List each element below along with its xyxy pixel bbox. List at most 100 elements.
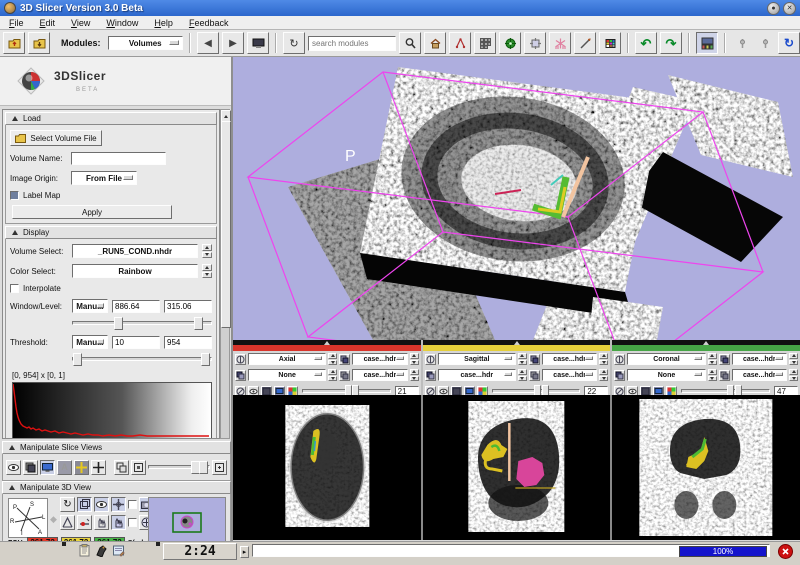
- redo-button[interactable]: ↷: [660, 32, 682, 54]
- threshold-low-input[interactable]: [112, 336, 160, 349]
- slice-zoom-slider[interactable]: [148, 465, 210, 469]
- volume-name-input[interactable]: [71, 152, 166, 165]
- window-input[interactable]: [112, 300, 160, 313]
- transforms-module-button[interactable]: [524, 32, 546, 54]
- notes-taskbar-icon[interactable]: [112, 544, 125, 557]
- coronal-label-volume-dropdown[interactable]: case...hdr: [732, 369, 787, 381]
- background-layer-icon[interactable]: [614, 370, 625, 381]
- rotate-mode-button[interactable]: [94, 515, 109, 530]
- rock-view-button[interactable]: [77, 515, 92, 530]
- slider-handle[interactable]: [194, 317, 203, 330]
- spinner[interactable]: [518, 369, 527, 381]
- module-forward-button[interactable]: ▶: [222, 32, 244, 54]
- menu-edit[interactable]: Edit: [40, 18, 56, 28]
- load-scene-button[interactable]: [3, 32, 25, 54]
- close-button[interactable]: ✕: [783, 2, 796, 15]
- modules-dropdown[interactable]: Volumes: [108, 36, 184, 50]
- spinner[interactable]: [599, 353, 608, 365]
- app-taskbar-icon[interactable]: [95, 544, 108, 557]
- fov-reset-button[interactable]: [212, 460, 227, 475]
- sagittal-offset-slider[interactable]: [492, 389, 581, 393]
- refresh-views-button[interactable]: ↻: [778, 32, 800, 54]
- axial-slice-view[interactable]: [233, 395, 421, 540]
- threshold-high-input[interactable]: [164, 336, 212, 349]
- threshold-slider[interactable]: [72, 357, 212, 361]
- taskbar-handle[interactable]: [62, 542, 66, 546]
- threshold-mode-dropdown[interactable]: Manual: [72, 335, 108, 349]
- background-layer-icon[interactable]: [425, 370, 436, 381]
- axial-orientation-dropdown[interactable]: Axial: [248, 353, 326, 365]
- menu-window[interactable]: Window: [106, 18, 138, 28]
- load-section-header[interactable]: Load: [5, 112, 217, 125]
- foreground-layer-icon[interactable]: [719, 354, 730, 365]
- fade-slider-a-button[interactable]: [732, 33, 752, 53]
- cancel-progress-button[interactable]: [778, 544, 793, 559]
- ruler-button[interactable]: [574, 32, 596, 54]
- slider-handle[interactable]: [73, 353, 82, 366]
- coronal-fg-dropdown[interactable]: None: [627, 369, 705, 381]
- reload-module-button[interactable]: ↻: [283, 32, 305, 54]
- menu-file[interactable]: File: [9, 18, 24, 28]
- coronal-offset-slider[interactable]: [681, 389, 770, 393]
- spinner[interactable]: [410, 369, 419, 381]
- sagittal-fg-dropdown[interactable]: case...hdr: [438, 369, 516, 381]
- spinner[interactable]: [328, 353, 337, 365]
- window-level-slider[interactable]: [72, 321, 212, 325]
- axis-labels-button[interactable]: [94, 497, 109, 512]
- slider-handle[interactable]: [199, 461, 208, 474]
- label-layer-icon[interactable]: [425, 354, 436, 365]
- slider-handle[interactable]: [114, 317, 123, 330]
- save-scene-button[interactable]: [28, 32, 50, 54]
- label-layer-icon[interactable]: [235, 354, 246, 365]
- interpolate-checkbox[interactable]: [10, 284, 19, 293]
- ortho-checkbox[interactable]: [128, 500, 137, 509]
- menu-help[interactable]: Help: [154, 18, 173, 28]
- sagittal-slice-view[interactable]: [423, 395, 611, 540]
- axial-label-volume-dropdown[interactable]: case...hdr: [352, 369, 407, 381]
- home-module-button[interactable]: [424, 32, 446, 54]
- viewport-3d[interactable]: P R: [233, 57, 800, 340]
- window-level-mode-dropdown[interactable]: Manual: [72, 299, 108, 313]
- colors-module-button[interactable]: [599, 32, 621, 54]
- label-volume-icon[interactable]: [529, 370, 540, 381]
- axial-fg-dropdown[interactable]: None: [248, 369, 326, 381]
- snapshot-button[interactable]: [549, 32, 571, 54]
- undo-button[interactable]: ↶: [635, 32, 657, 54]
- volumes-module-button[interactable]: [474, 32, 496, 54]
- fade-slider-b-button[interactable]: [755, 33, 775, 53]
- manipulate-3d-view-header[interactable]: Manipulate 3D View: [2, 481, 231, 494]
- color-select-dropdown[interactable]: Rainbow: [72, 264, 198, 278]
- menu-feedback[interactable]: Feedback: [189, 18, 229, 28]
- spinner[interactable]: [708, 353, 717, 365]
- fov-match-button[interactable]: [114, 460, 129, 475]
- stereo-button[interactable]: [60, 515, 75, 530]
- axis-orientation-widget[interactable]: P S R L I A: [8, 498, 48, 538]
- center-3d-view-button[interactable]: [111, 497, 126, 512]
- sagittal-label-volume-dropdown[interactable]: case...hdr: [542, 369, 597, 381]
- display-section-header[interactable]: Display: [5, 226, 217, 239]
- foreground-layer-icon[interactable]: [339, 354, 350, 365]
- taskbar-handle[interactable]: [156, 542, 160, 546]
- spinner[interactable]: [599, 369, 608, 381]
- color-select-spinner[interactable]: [202, 264, 212, 278]
- module-scrollbar[interactable]: [220, 109, 230, 439]
- center-view-button[interactable]: [499, 32, 521, 54]
- coronal-orientation-dropdown[interactable]: Coronal: [627, 353, 705, 365]
- crosshair-button[interactable]: [91, 460, 106, 475]
- label-layer-icon[interactable]: [614, 354, 625, 365]
- search-modules-button[interactable]: [399, 32, 421, 54]
- sagittal-orientation-dropdown[interactable]: Sagittal: [438, 353, 516, 365]
- background-layer-icon[interactable]: [235, 370, 246, 381]
- fov-sync-button[interactable]: [131, 460, 146, 475]
- apply-button[interactable]: Apply: [12, 205, 172, 219]
- titlebar[interactable]: 3D Slicer Version 3.0 Beta ● ✕: [0, 0, 800, 16]
- image-origin-dropdown[interactable]: From File: [71, 171, 137, 185]
- spinner[interactable]: [328, 369, 337, 381]
- menu-view[interactable]: View: [71, 18, 90, 28]
- slice-layers-button[interactable]: [23, 460, 38, 475]
- level-input[interactable]: [164, 300, 212, 313]
- slice-fit-window-button[interactable]: [40, 460, 55, 475]
- clipboard-taskbar-icon[interactable]: [78, 544, 91, 557]
- spinner[interactable]: [518, 353, 527, 365]
- label-volume-icon[interactable]: [339, 370, 350, 381]
